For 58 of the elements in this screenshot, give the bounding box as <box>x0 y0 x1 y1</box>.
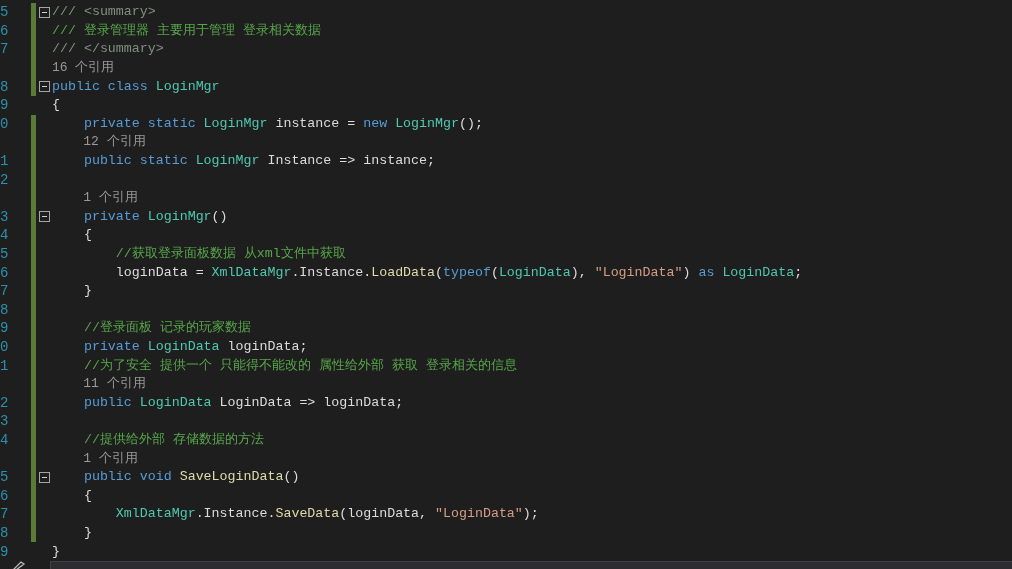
line-number: 5 <box>0 4 9 21</box>
code-line: loginData = XmlDataMgr.Instance.LoadData(typeof(LoginData), "LoginData") as LoginData; <box>114 263 803 282</box>
reference-count[interactable]: 1 个引用 <box>52 189 138 208</box>
line-number: 3 <box>0 413 9 430</box>
reference-count[interactable]: 1 个引用 <box>52 449 138 468</box>
reference-count[interactable]: 16 个引用 <box>52 59 115 78</box>
code-line: /// 登录管理器 主要用于管理 登录相关数据 <box>52 21 321 40</box>
code-line: //提供给外部 存储数据的方法 <box>82 430 264 449</box>
code-line: //为了安全 提供一个 只能得不能改的 属性给外部 获取 登录相关的信息 <box>82 356 517 375</box>
line-number: 2 <box>0 394 9 411</box>
line-number: 9 <box>0 97 9 114</box>
line-number: 6 <box>0 22 9 39</box>
line-number: 4 <box>0 227 9 244</box>
code-line: } <box>52 542 60 561</box>
line-number: 8 <box>0 78 9 95</box>
code-line: /// <summary> <box>52 3 156 22</box>
collapse-icon[interactable] <box>38 81 50 93</box>
line-number: 0 <box>0 115 9 132</box>
line-number: 8 <box>0 301 9 318</box>
code-line: public static LoginMgr Instance => instance; <box>82 152 436 171</box>
code-line: public class LoginMgr <box>52 77 220 96</box>
line-number: 9 <box>0 543 9 560</box>
code-line: { <box>82 486 92 505</box>
line-number: 7 <box>0 283 9 300</box>
reference-count[interactable]: 11 个引用 <box>52 375 146 394</box>
code-line: XmlDataMgr.Instance.SaveData(loginData, "LoginData"); <box>114 505 539 524</box>
code-line: //登录面板 记录的玩家数据 <box>82 319 251 338</box>
code-line: /// </summary> <box>52 40 164 59</box>
line-number: 2 <box>0 171 9 188</box>
line-number: 1 <box>0 153 9 170</box>
line-number: 5 <box>0 246 9 262</box>
code-line: public void SaveLoginData() <box>82 468 300 487</box>
line-number: 3 <box>0 208 9 225</box>
code-line: } <box>82 523 92 542</box>
line-number: 0 <box>0 339 9 355</box>
collapse-icon[interactable] <box>38 211 50 223</box>
line-number: 6 <box>0 487 9 504</box>
line-number: 8 <box>0 524 9 541</box>
pen-icon[interactable] <box>12 561 26 569</box>
code-line: //获取登录面板数据 从xml文件中获取 <box>114 245 346 263</box>
line-number: 7 <box>0 41 9 58</box>
horizontal-scrollbar[interactable] <box>50 561 1012 569</box>
code-line: private static LoginMgr instance = new LoginMgr(); <box>82 114 483 133</box>
line-number: 1 <box>0 357 9 374</box>
code-line: private LoginData loginData; <box>82 338 308 356</box>
code-line: private LoginMgr() <box>82 207 228 226</box>
line-number: 4 <box>0 431 9 448</box>
line-number: 7 <box>0 506 9 523</box>
line-number: 6 <box>0 264 9 281</box>
code-line: { <box>82 226 92 245</box>
line-number: 5 <box>0 469 9 486</box>
reference-count[interactable]: 12 个引用 <box>52 133 146 152</box>
code-line: } <box>82 282 92 301</box>
line-number: 9 <box>0 320 9 337</box>
collapse-icon[interactable] <box>38 6 50 18</box>
code-line: { <box>52 96 60 115</box>
collapse-icon[interactable] <box>38 471 50 483</box>
code-line: public LoginData LoginData => loginData; <box>82 393 404 412</box>
